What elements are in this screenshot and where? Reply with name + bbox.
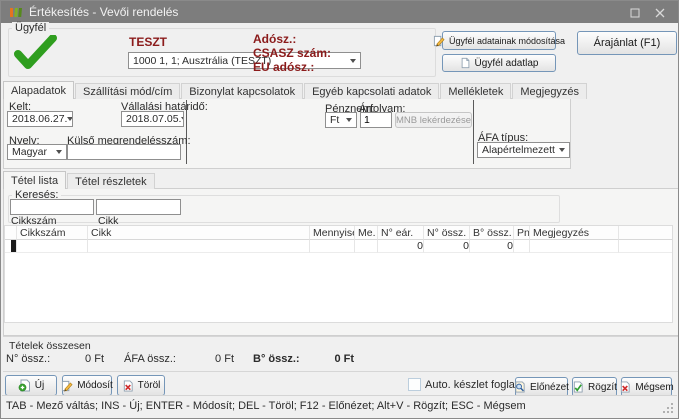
- totals-separator: [3, 336, 678, 337]
- tax-number-label: Adósz.:: [253, 32, 296, 46]
- currency-select[interactable]: Ft: [325, 112, 357, 128]
- auto-stock-checkbox[interactable]: [408, 378, 421, 391]
- customer-group-label: Ügyfél: [12, 22, 49, 34]
- modify-item-button[interactable]: Módosít: [62, 375, 112, 396]
- tab-egyeb-kapcsolati-adatok[interactable]: Egyéb kapcsolati adatok: [304, 83, 439, 99]
- row-selector-icon: [11, 240, 16, 253]
- cell-me: [355, 240, 378, 253]
- chevron-down-icon: [181, 117, 184, 121]
- tab-szallitasi-mod[interactable]: Szállítási mód/cím: [75, 83, 180, 99]
- quote-button[interactable]: Árajánlat (F1): [577, 31, 677, 55]
- resize-grip[interactable]: [671, 411, 673, 413]
- cancel-icon: [619, 381, 631, 393]
- close-button[interactable]: [651, 5, 669, 20]
- page-icon: [460, 57, 471, 69]
- status-bar: TAB - Mező váltás; INS - Új; ENTER - Mód…: [2, 395, 677, 417]
- window-title: Értékesítés - Vevői rendelés: [29, 5, 178, 19]
- status-text: TAB - Mező váltás; INS - Új; ENTER - Mód…: [6, 400, 526, 412]
- table-header-row: Cikkszám Cikk Mennyiség Me. N° eár. N° ö…: [5, 226, 672, 240]
- customer-datasheet-button[interactable]: Ügyfél adatlap: [442, 54, 556, 72]
- column-header-cikkszam[interactable]: Cikkszám: [17, 226, 88, 240]
- tab-bizonylat-kapcsolatok[interactable]: Bizonylat kapcsolatok: [181, 83, 303, 99]
- customer-name: TESZT: [129, 35, 167, 49]
- customer-valid-check-icon: [13, 35, 57, 71]
- vat-type-select[interactable]: Alapértelmezett: [477, 142, 570, 158]
- column-header-mennyiseg[interactable]: Mennyiség: [310, 226, 355, 240]
- tab-tetel-reszletek[interactable]: Tétel részletek: [67, 173, 155, 189]
- gross-total-label: B° össz.:: [253, 353, 300, 365]
- preview-icon: [514, 381, 526, 393]
- edit-icon: [433, 35, 445, 47]
- search-cikk-input[interactable]: [96, 199, 181, 215]
- column-header-netto-egysegar[interactable]: N° eár.: [378, 226, 424, 240]
- tab-alapadatok[interactable]: Alapadatok: [3, 81, 74, 99]
- cancel-button[interactable]: Mégsem: [621, 377, 672, 397]
- delete-icon: [122, 380, 134, 392]
- preview-button[interactable]: Előnézet: [515, 377, 568, 397]
- search-cikkszam-input[interactable]: [10, 199, 94, 215]
- column-header-me[interactable]: Me.: [355, 226, 378, 240]
- column-header-cikk[interactable]: Cikk: [88, 226, 310, 240]
- row-selector-header: [5, 226, 17, 240]
- eu-tax-label: EU adósz.:: [253, 60, 314, 74]
- cell-mennyiseg: [310, 240, 355, 253]
- customer-select-value: 1000 1, 1; Ausztrália (TESZT): [133, 55, 271, 67]
- column-header-filler: [619, 226, 672, 240]
- column-header-megjegyzes[interactable]: Megjegyzés: [530, 226, 619, 240]
- separator-line: [186, 100, 187, 164]
- chevron-down-icon: [350, 59, 356, 63]
- cell-brutto-osszeg: 0: [470, 240, 514, 253]
- cell-pn: [514, 240, 530, 253]
- table-row[interactable]: 0 0 0: [5, 240, 672, 253]
- cell-netto-egysegar: 0: [378, 240, 424, 253]
- tab-megjegyzes[interactable]: Megjegyzés: [512, 83, 587, 99]
- deadline-select[interactable]: 2018.07.05.: [121, 111, 184, 127]
- tab-tetel-lista[interactable]: Tétel lista: [3, 171, 66, 189]
- cell-megjegyzes: [530, 240, 619, 253]
- new-item-icon: [18, 379, 31, 392]
- save-check-icon: [572, 381, 584, 393]
- chevron-down-icon: [56, 150, 62, 154]
- items-table: Cikkszám Cikk Mennyiség Me. N° eár. N° ö…: [4, 225, 673, 323]
- main-tabs: Alapadatok Szállítási mód/cím Bizonylat …: [3, 81, 588, 99]
- chevron-down-icon: [559, 148, 565, 152]
- maximize-button[interactable]: [626, 5, 644, 20]
- cell-cikkszam: [17, 240, 88, 253]
- mnb-query-button[interactable]: MNB lekérdezése: [395, 112, 472, 128]
- maximize-icon: [630, 8, 640, 18]
- modify-customer-button[interactable]: Ügyfél adatainak módosítása: [442, 31, 556, 50]
- tab-mellekletek[interactable]: Mellékletek: [440, 83, 511, 99]
- cell-cikk: [88, 240, 310, 253]
- totals-group-label: Tételek összesen: [9, 340, 91, 352]
- vat-total-value: 0 Ft: [174, 353, 234, 365]
- gross-total-value: 0 Ft: [294, 353, 354, 365]
- sales-order-window: Értékesítés - Vevői rendelés Ügyfél TESZ…: [0, 0, 679, 419]
- save-button[interactable]: Rögzít: [572, 377, 617, 397]
- actions-separator: [3, 371, 678, 372]
- chevron-down-icon: [67, 117, 73, 121]
- new-button[interactable]: Új: [5, 375, 57, 396]
- item-tabs: Tétel lista Tétel részletek: [3, 171, 156, 189]
- chevron-down-icon: [346, 118, 352, 122]
- title-bar: Értékesítés - Vevői rendelés: [1, 1, 678, 23]
- date-select[interactable]: 2018.06.27.: [7, 111, 73, 127]
- language-select[interactable]: Magyar: [7, 144, 67, 160]
- app-icon: [9, 6, 23, 19]
- net-total-value: 0 Ft: [44, 353, 104, 365]
- external-order-input[interactable]: [67, 144, 181, 160]
- row-selector-cell: [5, 240, 17, 253]
- rate-input[interactable]: [360, 112, 392, 128]
- column-header-pn[interactable]: Pn.: [514, 226, 530, 240]
- cell-netto-osszeg: 0: [424, 240, 470, 253]
- column-header-brutto-osszeg[interactable]: B° össz.: [470, 226, 514, 240]
- edit-icon: [61, 380, 73, 392]
- cell-filler: [619, 240, 672, 253]
- separator-line: [473, 100, 474, 164]
- close-icon: [655, 8, 665, 18]
- group-tax-label: CSASZ szám:: [253, 46, 331, 60]
- delete-item-button[interactable]: Töröl: [117, 375, 165, 396]
- vat-total-label: ÁFA össz.:: [124, 353, 176, 365]
- column-header-netto-osszeg[interactable]: N° össz.: [424, 226, 470, 240]
